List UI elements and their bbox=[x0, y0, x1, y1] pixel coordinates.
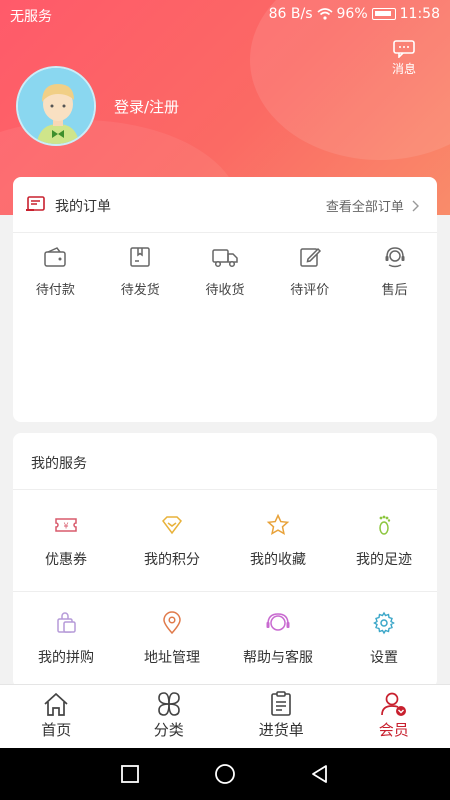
coupon-icon: ¥ bbox=[55, 518, 77, 532]
message-icon bbox=[393, 40, 415, 58]
tab-order-list[interactable]: 进货单 bbox=[225, 685, 338, 748]
chevron-right-icon bbox=[412, 200, 419, 212]
member-icon bbox=[380, 692, 406, 716]
service-label: 我的收藏 bbox=[250, 552, 306, 568]
tab-home[interactable]: 首页 bbox=[0, 685, 113, 748]
tab-member[interactable]: 会员 bbox=[338, 685, 450, 748]
view-all-orders-link[interactable]: 查看全部订单 bbox=[326, 196, 421, 215]
wallet-icon bbox=[44, 247, 67, 267]
bottom-tab-bar: 首页 分类 进货单 会员 bbox=[0, 684, 450, 748]
order-status-pending-payment[interactable]: 待付款 bbox=[13, 245, 98, 298]
orders-icon bbox=[26, 196, 45, 211]
orders-title: 我的订单 bbox=[55, 199, 111, 215]
carrier-text: 无服务 bbox=[10, 9, 52, 25]
clock: 11:58 bbox=[399, 6, 440, 22]
order-status-pending-receipt[interactable]: 待收货 bbox=[183, 245, 268, 298]
back-icon[interactable] bbox=[310, 764, 330, 784]
order-status-label: 待发货 bbox=[120, 283, 160, 298]
order-status-after-sales[interactable]: 售后 bbox=[352, 245, 437, 298]
service-points[interactable]: 我的积分 bbox=[119, 513, 225, 611]
services-card: 我的服务 ¥ 优惠券 我的积分 我的收藏 我的足迹 我的拼购 地址管理 帮助与客… bbox=[13, 433, 437, 688]
orders-header[interactable]: 我的订单 查看全部订单 bbox=[13, 177, 437, 233]
category-icon bbox=[157, 692, 180, 716]
status-bar: 无服务 86 B/s 96% 11:58 bbox=[0, 0, 450, 30]
wifi-icon bbox=[316, 8, 333, 20]
truck-icon bbox=[212, 249, 238, 268]
service-label: 优惠券 bbox=[45, 552, 87, 568]
service-favorites[interactable]: 我的收藏 bbox=[225, 513, 331, 611]
divider bbox=[13, 489, 437, 490]
system-navigation-bar bbox=[0, 748, 450, 800]
package-icon bbox=[130, 247, 150, 267]
service-label: 帮助与客服 bbox=[243, 650, 313, 666]
home-icon bbox=[44, 692, 68, 716]
network-speed: 86 B/s bbox=[268, 6, 313, 22]
help-headset-icon bbox=[266, 613, 290, 631]
edit-icon bbox=[300, 247, 321, 267]
battery-percent: 96% bbox=[336, 6, 368, 22]
service-label: 设置 bbox=[370, 650, 398, 666]
tab-label: 首页 bbox=[41, 721, 72, 739]
star-icon bbox=[266, 513, 290, 535]
points-icon bbox=[162, 516, 182, 535]
home-button-icon[interactable] bbox=[214, 763, 236, 785]
avatar[interactable] bbox=[16, 66, 96, 146]
battery-icon bbox=[371, 8, 396, 20]
order-status-label: 待付款 bbox=[35, 283, 75, 298]
service-label: 我的积分 bbox=[144, 552, 200, 568]
view-all-orders-label: 查看全部订单 bbox=[325, 200, 404, 215]
login-register-link[interactable]: 登录/注册 bbox=[114, 96, 179, 117]
recent-apps-icon[interactable] bbox=[120, 764, 140, 784]
service-coupons[interactable]: ¥ 优惠券 bbox=[13, 513, 119, 611]
shopping-bag-icon bbox=[57, 612, 76, 633]
location-pin-icon bbox=[163, 611, 181, 635]
order-status-pending-review[interactable]: 待评价 bbox=[267, 245, 352, 298]
tab-label: 分类 bbox=[153, 721, 184, 739]
headset-icon bbox=[385, 247, 405, 268]
footprint-icon bbox=[379, 515, 391, 535]
order-status-pending-shipment[interactable]: 待发货 bbox=[98, 245, 183, 298]
tab-category[interactable]: 分类 bbox=[113, 685, 226, 748]
svg-text:¥: ¥ bbox=[63, 522, 68, 531]
tab-label: 会员 bbox=[378, 721, 409, 739]
message-button[interactable]: 消息 bbox=[384, 40, 424, 77]
message-label: 消息 bbox=[391, 62, 416, 76]
tab-label: 进货单 bbox=[258, 721, 304, 739]
service-label: 我的拼购 bbox=[38, 650, 94, 666]
services-title: 我的服务 bbox=[31, 456, 87, 472]
service-label: 地址管理 bbox=[144, 650, 200, 666]
order-status-label: 待评价 bbox=[290, 283, 330, 298]
orders-card: 我的订单 查看全部订单 待付款 待发货 待收货 待评价 售后 bbox=[13, 177, 437, 422]
service-label: 我的足迹 bbox=[356, 552, 412, 568]
gear-icon bbox=[373, 611, 395, 635]
order-list-icon bbox=[271, 691, 292, 716]
service-footprints[interactable]: 我的足迹 bbox=[331, 513, 437, 611]
order-status-label: 待收货 bbox=[205, 283, 245, 298]
order-status-label: 售后 bbox=[381, 283, 408, 298]
